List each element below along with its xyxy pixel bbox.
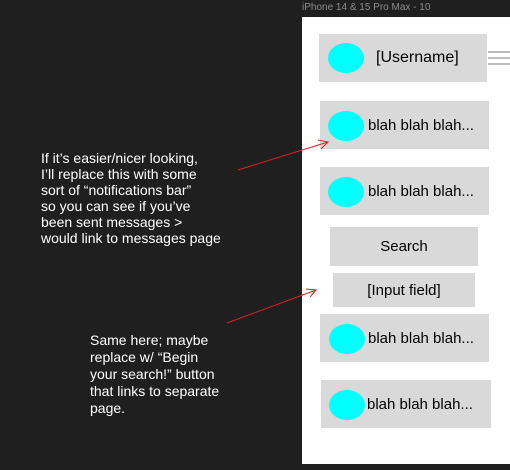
arrow-to-messages	[237, 139, 330, 171]
arrow-to-search	[226, 288, 318, 324]
annotation-arrows	[226, 139, 330, 324]
